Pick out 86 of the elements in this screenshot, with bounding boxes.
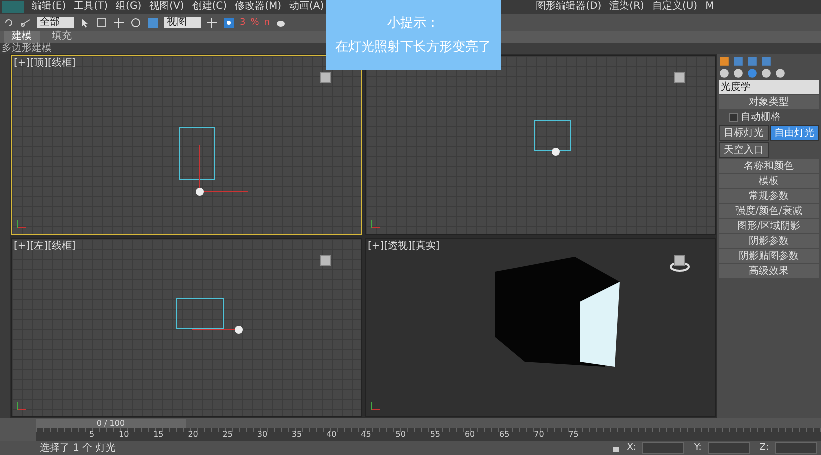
light-target-drawing: [175, 296, 245, 334]
move-icon[interactable]: [113, 16, 125, 28]
axis-tripod-icon: [16, 218, 28, 230]
frame-number: 75: [568, 429, 579, 441]
viewport[interactable]: [365, 55, 716, 234]
autogrid-label: 自动栅格: [741, 110, 781, 124]
viewport[interactable]: [+][左][线框]: [11, 238, 362, 417]
coordinate-label: Z:: [760, 443, 769, 453]
menu-item[interactable]: 编辑(E): [32, 1, 66, 13]
panel-tab-icon[interactable]: [719, 56, 730, 67]
light-type-button[interactable]: 天空入口: [719, 142, 768, 158]
rectangle-select-icon[interactable]: [96, 16, 108, 28]
light-type-dropdown[interactable]: 光度学: [719, 80, 819, 94]
rollout-header[interactable]: 高级效果: [719, 264, 819, 278]
select-manipulate-icon[interactable]: [223, 16, 235, 28]
menu-item[interactable]: 视图(V): [150, 1, 184, 13]
create-category-icon[interactable]: [719, 68, 730, 79]
rotate-icon[interactable]: [130, 16, 142, 28]
pivot-icon[interactable]: [206, 16, 218, 28]
ribbon-tab[interactable]: 建模: [4, 31, 40, 43]
frame-number: 25: [222, 429, 233, 441]
frame-number: 20: [187, 429, 198, 441]
coordinate-label: X:: [627, 443, 636, 453]
create-category-icon[interactable]: [775, 68, 786, 79]
frame-number: 35: [290, 429, 302, 441]
viewport[interactable]: [+][顶][线框]: [11, 55, 362, 234]
light-type-button[interactable]: 目标灯光: [719, 125, 768, 141]
create-category-icon[interactable]: [733, 68, 744, 79]
light-target-drawing: [533, 119, 573, 157]
axis-tripod-icon: [370, 218, 382, 230]
coordinate-label: Y:: [694, 443, 702, 453]
frame-number: 40: [326, 429, 337, 441]
reference-dropdown[interactable]: 视图: [164, 17, 201, 28]
frame-number: 30: [256, 429, 268, 441]
menu-item[interactable]: 工具(T): [74, 1, 108, 13]
viewport-label[interactable]: [+][透视][真实]: [368, 238, 440, 252]
rollout-header[interactable]: 阴影参数: [719, 234, 819, 248]
light-type-button[interactable]: 自由灯光: [770, 125, 819, 141]
menu-item[interactable]: 修改器(M): [235, 1, 282, 13]
ribbon-subtitle: 多边形建模: [2, 43, 52, 54]
view-cube-icon[interactable]: [670, 252, 690, 272]
timeline-ruler[interactable]: 5 10 15 20 25 30 35 40 45 50 55 60 65 70 75: [36, 428, 821, 441]
ribbon-tab[interactable]: 填充: [44, 31, 80, 43]
axis-tripod-icon: [370, 400, 382, 412]
light-target-drawing: [178, 126, 250, 198]
frame-number: 15: [152, 429, 164, 441]
menu-item[interactable]: 创建(C): [192, 1, 228, 13]
rollout-header[interactable]: 强度/颜色/衰减: [719, 204, 819, 218]
rollout-header[interactable]: 模板: [719, 174, 819, 188]
rollout-header[interactable]: 对象类型: [719, 95, 819, 109]
viewport[interactable]: [+][透视][真实]: [365, 238, 716, 417]
selection-filter-dropdown[interactable]: 全部: [37, 17, 74, 28]
frame-number: 70: [533, 429, 544, 441]
autogrid-checkbox[interactable]: [729, 112, 738, 122]
rollout-header[interactable]: 常规参数: [719, 189, 819, 203]
tip-text: 在灯光照射下长方形变亮了: [336, 39, 492, 56]
viewport-label[interactable]: [+][顶][线框]: [14, 56, 76, 70]
viewport-label[interactable]: [+][左][线框]: [14, 238, 76, 252]
rollout-header[interactable]: 图形/区域阴影: [719, 219, 819, 233]
frame-number: 5: [88, 429, 95, 441]
menu-item[interactable]: 图形编辑器(D): [536, 1, 602, 13]
frame-number: 50: [394, 429, 406, 441]
undo-icon[interactable]: [3, 16, 15, 28]
rollout-header[interactable]: 阴影贴图参数: [719, 249, 819, 263]
coordinate-field[interactable]: [642, 442, 684, 454]
menu-item[interactable]: M: [706, 1, 714, 13]
menu-item[interactable]: 组(G): [116, 1, 142, 13]
frame-number: 60: [464, 429, 476, 441]
coordinate-field[interactable]: [708, 442, 750, 454]
create-category-icon[interactable]: [747, 68, 758, 79]
frame-number: 10: [118, 429, 130, 441]
rollout-header[interactable]: 名称和颜色: [719, 159, 819, 173]
time-slider-track[interactable]: 0 / 100: [0, 418, 821, 428]
menu-item[interactable]: 动画(A): [290, 1, 324, 13]
time-slider-thumb[interactable]: 0 / 100: [36, 418, 186, 428]
axis-tripod-icon: [16, 400, 28, 412]
frame-number: 45: [360, 429, 372, 441]
frame-number: 65: [498, 429, 510, 441]
coordinate-field[interactable]: [775, 442, 817, 454]
tip-title: 小提示：: [388, 15, 440, 32]
menu-item[interactable]: 渲染(R): [610, 1, 644, 13]
frame-number: 55: [429, 429, 441, 441]
menu-item[interactable]: 自定义(U): [652, 1, 698, 13]
create-category-icon[interactable]: [761, 68, 772, 79]
link-icon[interactable]: [20, 16, 32, 28]
status-message: 选择了 1 个 灯光: [40, 442, 117, 455]
